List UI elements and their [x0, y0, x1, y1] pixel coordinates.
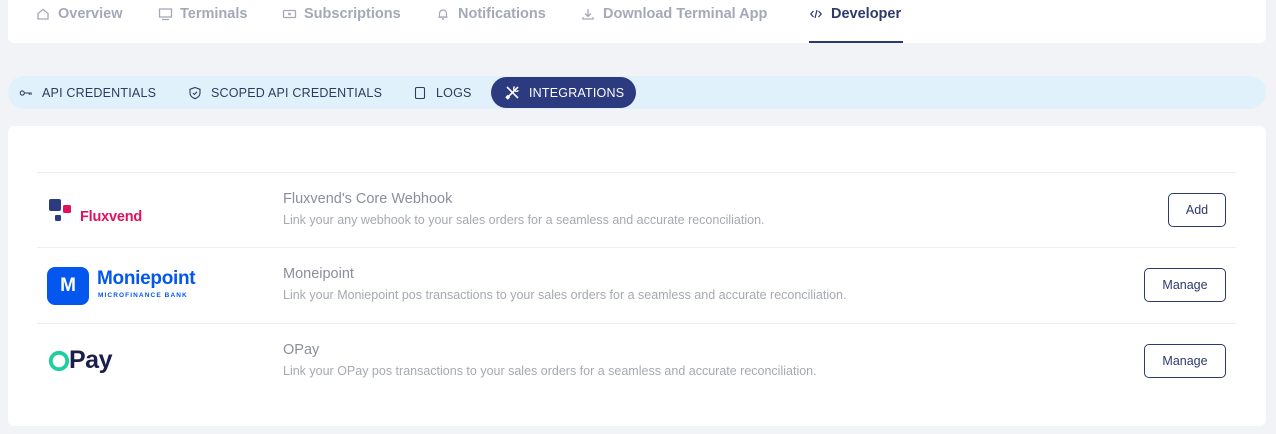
subtab-integrations[interactable]: INTEGRATIONS	[491, 77, 636, 108]
integration-description: Link your Moniepoint pos transactions to…	[283, 288, 847, 302]
tab-label: Developer	[831, 6, 902, 22]
subtab-label: API CREDENTIALS	[42, 85, 157, 100]
document-icon	[413, 86, 427, 100]
moniepoint-logo: M Moniepoint MICROFINANCE BANK	[47, 248, 227, 324]
tab-subscriptions[interactable]: Subscriptions	[282, 0, 401, 43]
tab-developer[interactable]: Developer	[809, 0, 903, 43]
manage-button[interactable]: Manage	[1144, 268, 1226, 302]
developer-subtabs: API CREDENTIALS SCOPED API CREDENTIALS L…	[8, 76, 1266, 109]
tab-label: Download Terminal App	[603, 6, 768, 22]
tab-label: Subscriptions	[304, 6, 401, 22]
tab-overview[interactable]: Overview	[36, 0, 123, 43]
bell-icon	[436, 7, 452, 23]
shield-icon	[188, 86, 202, 100]
integration-row-fluxvend: Fluxvend Fluxvend's Core Webhook Link yo…	[37, 172, 1236, 248]
integration-description: Link your OPay pos transactions to your …	[283, 364, 817, 378]
subtab-scoped-api-credentials[interactable]: SCOPED API CREDENTIALS	[188, 76, 382, 109]
active-tab-underline	[809, 41, 903, 43]
top-navigation: Overview Terminals Subscriptions Notific…	[8, 0, 1266, 43]
subtab-logs[interactable]: LOGS	[413, 76, 472, 109]
integration-row-moniepoint: M Moniepoint MICROFINANCE BANK Moneipoin…	[37, 247, 1236, 323]
tab-notifications[interactable]: Notifications	[436, 0, 546, 43]
integration-row-opay: Pay OPay Link your OPay pos transactions…	[37, 323, 1236, 399]
integration-name: OPay	[283, 342, 320, 358]
tab-label: Terminals	[180, 6, 248, 22]
integrations-card: Fluxvend Fluxvend's Core Webhook Link yo…	[8, 126, 1266, 426]
tab-terminals[interactable]: Terminals	[158, 0, 247, 43]
tab-label: Overview	[58, 6, 123, 22]
integration-name: Fluxvend's Core Webhook	[283, 191, 453, 207]
integration-name: Moneipoint	[283, 266, 354, 282]
fluxvend-logo: Fluxvend	[47, 173, 227, 249]
monitor-icon	[158, 7, 174, 23]
moniepoint-logo-mark: M	[60, 275, 76, 296]
subtab-label: SCOPED API CREDENTIALS	[211, 85, 383, 100]
opay-logo: Pay	[47, 324, 227, 400]
fluxvend-logo-text: Fluxvend	[80, 209, 143, 225]
manage-button[interactable]: Manage	[1144, 344, 1226, 378]
tab-label: Notifications	[458, 6, 546, 22]
key-icon	[19, 86, 33, 100]
code-icon	[809, 7, 825, 23]
subtab-label: LOGS	[436, 85, 472, 100]
tab-download-terminal-app[interactable]: Download Terminal App	[581, 0, 767, 43]
tools-icon	[505, 85, 520, 100]
subtab-api-credentials[interactable]: API CREDENTIALS	[19, 76, 156, 109]
opay-logo-text: Pay	[69, 346, 112, 374]
subtab-label: INTEGRATIONS	[529, 85, 625, 100]
add-button[interactable]: Add	[1168, 193, 1226, 227]
home-icon	[36, 7, 52, 23]
card-icon	[282, 7, 298, 23]
moniepoint-logo-text: Moniepoint	[97, 268, 196, 289]
integration-description: Link your any webhook to your sales orde…	[283, 213, 765, 227]
download-icon	[581, 7, 597, 23]
moniepoint-logo-subtext: MICROFINANCE BANK	[98, 292, 188, 299]
